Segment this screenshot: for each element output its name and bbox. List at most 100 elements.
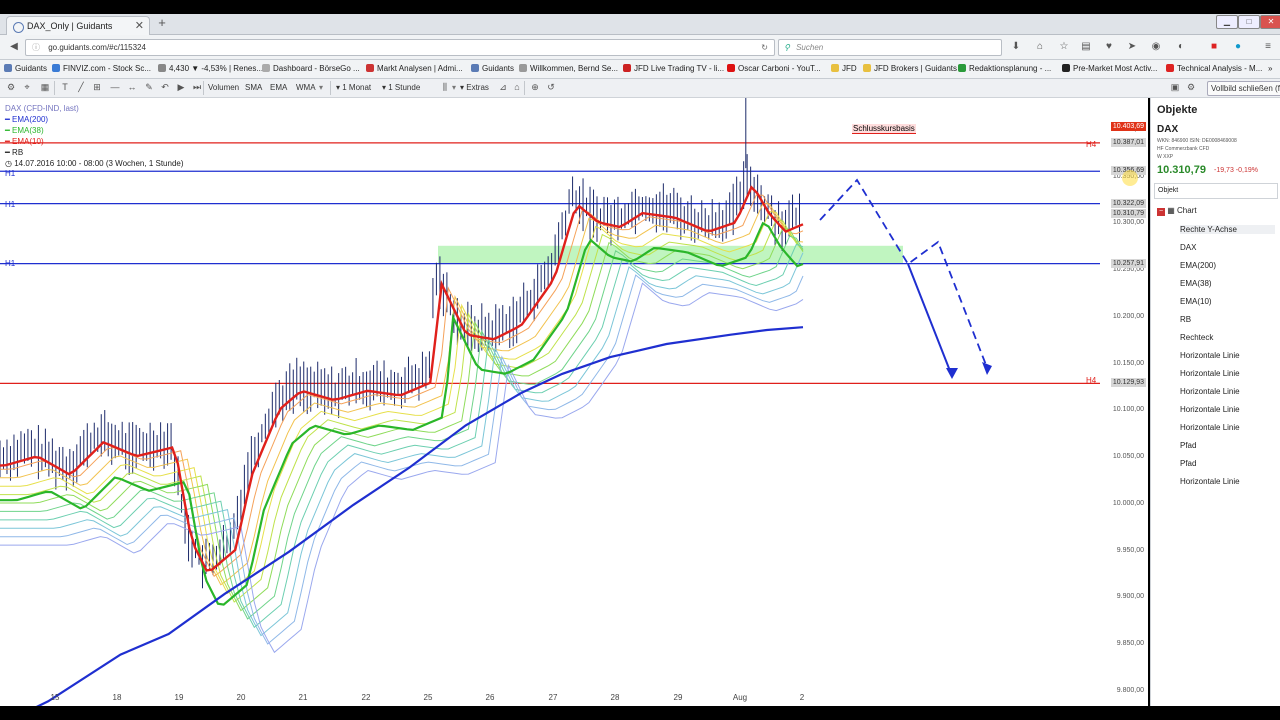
object-list-item[interactable]: Horizontale Linie	[1180, 477, 1240, 486]
x-tick-label: 19	[175, 693, 184, 702]
zoom-icon[interactable]: ⊕	[530, 82, 540, 92]
undo-icon[interactable]: ↶	[160, 82, 170, 92]
schlusskursbasis-annotation[interactable]: Schlusskursbasis	[852, 124, 916, 134]
object-list-item[interactable]: Rechte Y-Achse	[1180, 225, 1275, 234]
price-chart[interactable]: 15 18 19 20 21 22 25 26 27 28 29 Aug 2	[0, 98, 1148, 720]
download-icon[interactable]: ⬇	[1010, 40, 1022, 53]
candle-type-icon[interactable]: ⫼	[440, 82, 450, 92]
object-list-item[interactable]: EMA(10)	[1180, 297, 1212, 306]
legend-ema38: ━ EMA(38)	[5, 126, 44, 135]
bookmark-item[interactable]: Technical Analysis - M...	[1166, 63, 1262, 75]
object-list-item[interactable]: Horizontale Linie	[1180, 405, 1240, 414]
settings-icon[interactable]: ⚙	[6, 82, 16, 92]
wma-button[interactable]: WMA	[296, 81, 316, 94]
bookmark-item[interactable]: Pre-Market Most Activ...	[1062, 63, 1157, 75]
new-tab-button[interactable]: +	[155, 15, 169, 31]
bookmark-item[interactable]: Redaktionsplanung - ...	[958, 63, 1051, 75]
bookmark-item[interactable]: JFD Brokers | Guidants	[863, 63, 957, 75]
next-icon[interactable]: ⏭	[192, 82, 202, 92]
bookmark-item[interactable]: JFD Live Trading TV - li...	[623, 63, 724, 75]
object-list-item[interactable]: Rechteck	[1180, 333, 1213, 342]
object-list-item[interactable]: Horizontale Linie	[1180, 351, 1240, 360]
bookmarks-overflow-icon[interactable]: »	[1268, 63, 1272, 75]
chart-toolbar: ⚙ ⌖ ▦ T ╱ ⊞ ― ↔ ✎ ↶ ▶ ⏭ Volumen SMA EMA …	[0, 79, 1150, 98]
home-chart-icon[interactable]: ⌂	[512, 82, 522, 92]
pencil-tool-icon[interactable]: ✎	[144, 82, 154, 92]
minimize-window-button[interactable]: ▁	[1216, 15, 1238, 29]
price-axis[interactable]: 10.400,0010.350,0010.300,0010.250,0010.2…	[1100, 98, 1148, 706]
x-tick-label: 15	[51, 693, 60, 702]
close-window-button[interactable]: ✕	[1260, 15, 1280, 29]
object-list-item[interactable]: Pfad	[1180, 441, 1196, 450]
extension-icon[interactable]: ◐	[1175, 40, 1187, 53]
play-icon[interactable]: ▶	[176, 82, 186, 92]
home-icon[interactable]: ⌂	[1034, 40, 1046, 53]
candle-dropdown-icon[interactable]: ▾	[452, 81, 456, 94]
ema-ribbon-line	[0, 274, 804, 645]
chart-area[interactable]: 15 18 19 20 21 22 25 26 27 28 29 Aug 2 DAX (CFD-IND,…	[0, 98, 1148, 720]
gear-icon[interactable]: ⚙	[1186, 82, 1196, 92]
object-list-item[interactable]: RB	[1180, 315, 1191, 324]
address-bar[interactable]: ⓘ go.guidants.com/#c/115324 ↻	[25, 39, 775, 56]
fib-tool-icon[interactable]: ⊞	[92, 82, 102, 92]
legend-ema200: ━ EMA(200)	[5, 115, 49, 124]
skype-icon[interactable]: ●	[1232, 40, 1244, 53]
close-tab-icon[interactable]: ✕	[135, 17, 144, 35]
bottom-strip	[0, 706, 1280, 720]
object-list-item[interactable]: EMA(200)	[1180, 261, 1216, 270]
bookmark-item[interactable]: 4,430 ▼ -4,53% | Renes...	[158, 63, 263, 75]
browser-tab[interactable]: DAX_Only | Guidants ✕	[6, 16, 150, 35]
bookmark-item[interactable]: Oscar Carboni - YouT...	[727, 63, 821, 75]
reload-icon[interactable]: ↻	[761, 40, 768, 55]
cursor-highlight	[1122, 170, 1138, 186]
period-select[interactable]: ▾ 1 Monat	[336, 81, 371, 94]
pocket-icon[interactable]: ♥	[1103, 40, 1115, 53]
object-list-item[interactable]: Horizontale Linie	[1180, 423, 1240, 432]
library-icon[interactable]: ▤	[1080, 40, 1092, 53]
object-list-item[interactable]: Pfad	[1180, 459, 1196, 468]
line-tool-icon[interactable]: ╱	[76, 82, 86, 92]
maximize-window-button[interactable]: □	[1238, 15, 1260, 29]
refresh-icon[interactable]: ↺	[546, 82, 556, 92]
lock-icon[interactable]: ⊿	[498, 82, 508, 92]
addon-red-icon[interactable]: ■	[1208, 40, 1220, 53]
objekt-field[interactable]: Objekt	[1154, 183, 1278, 199]
bookmark-item[interactable]: JFD	[831, 63, 857, 75]
bookmark-item[interactable]: Dashboard - BörseGo ...	[262, 63, 360, 75]
grid-icon[interactable]: ▦	[40, 82, 50, 92]
sma-button[interactable]: SMA	[245, 81, 262, 94]
object-list-item[interactable]: EMA(38)	[1180, 279, 1212, 288]
interval-select[interactable]: ▾ 1 Stunde	[382, 81, 420, 94]
crosshair-icon[interactable]: ⌖	[22, 82, 32, 92]
bookmark-star-icon[interactable]: ☆	[1058, 40, 1070, 53]
bookmark-item[interactable]: Guidants	[471, 63, 514, 75]
y-tick-label: 9.850,00	[1116, 640, 1144, 648]
volumen-button[interactable]: Volumen	[208, 81, 239, 94]
menu-icon[interactable]: ≡	[1262, 40, 1274, 53]
panel-info1: HF Commerzbank CFD	[1157, 146, 1210, 152]
object-list-item[interactable]: Horizontale Linie	[1180, 387, 1240, 396]
back-icon[interactable]: ◀	[8, 40, 20, 53]
send-icon[interactable]: ➤	[1126, 40, 1138, 53]
layout-icon[interactable]: ▣	[1170, 82, 1180, 92]
hline-tool-icon[interactable]: ―	[110, 82, 120, 92]
info-icon: ⓘ	[32, 43, 40, 52]
ray-tool-icon[interactable]: ↔	[127, 82, 137, 92]
y-tick-label: 10.200,00	[1112, 312, 1144, 320]
bookmark-item[interactable]: FINVIZ.com - Stock Sc...	[52, 63, 151, 75]
bookmark-item[interactable]: Markt Analysen | Admi...	[366, 63, 463, 75]
fullscreen-close-button[interactable]: Vollbild schließen (f)	[1207, 81, 1280, 96]
tree-root-chart[interactable]: − ▦ Chart	[1157, 206, 1197, 216]
x-tick-label: 25	[424, 693, 433, 702]
extras-select[interactable]: ▾ Extras	[460, 81, 489, 94]
indicator-dropdown-icon[interactable]: ▾	[319, 81, 323, 94]
object-list-item[interactable]: DAX	[1180, 243, 1196, 252]
chat-icon[interactable]: ◉	[1150, 40, 1162, 53]
ema-button[interactable]: EMA	[270, 81, 287, 94]
text-tool-icon[interactable]: T	[60, 82, 70, 92]
ema-ribbon-line	[0, 252, 804, 637]
search-input[interactable]: ⚲ Suchen	[778, 39, 1002, 56]
bookmark-item[interactable]: Willkommen, Bernd Se...	[519, 63, 618, 75]
object-list-item[interactable]: Horizontale Linie	[1180, 369, 1240, 378]
bookmark-item[interactable]: Guidants	[4, 63, 47, 75]
